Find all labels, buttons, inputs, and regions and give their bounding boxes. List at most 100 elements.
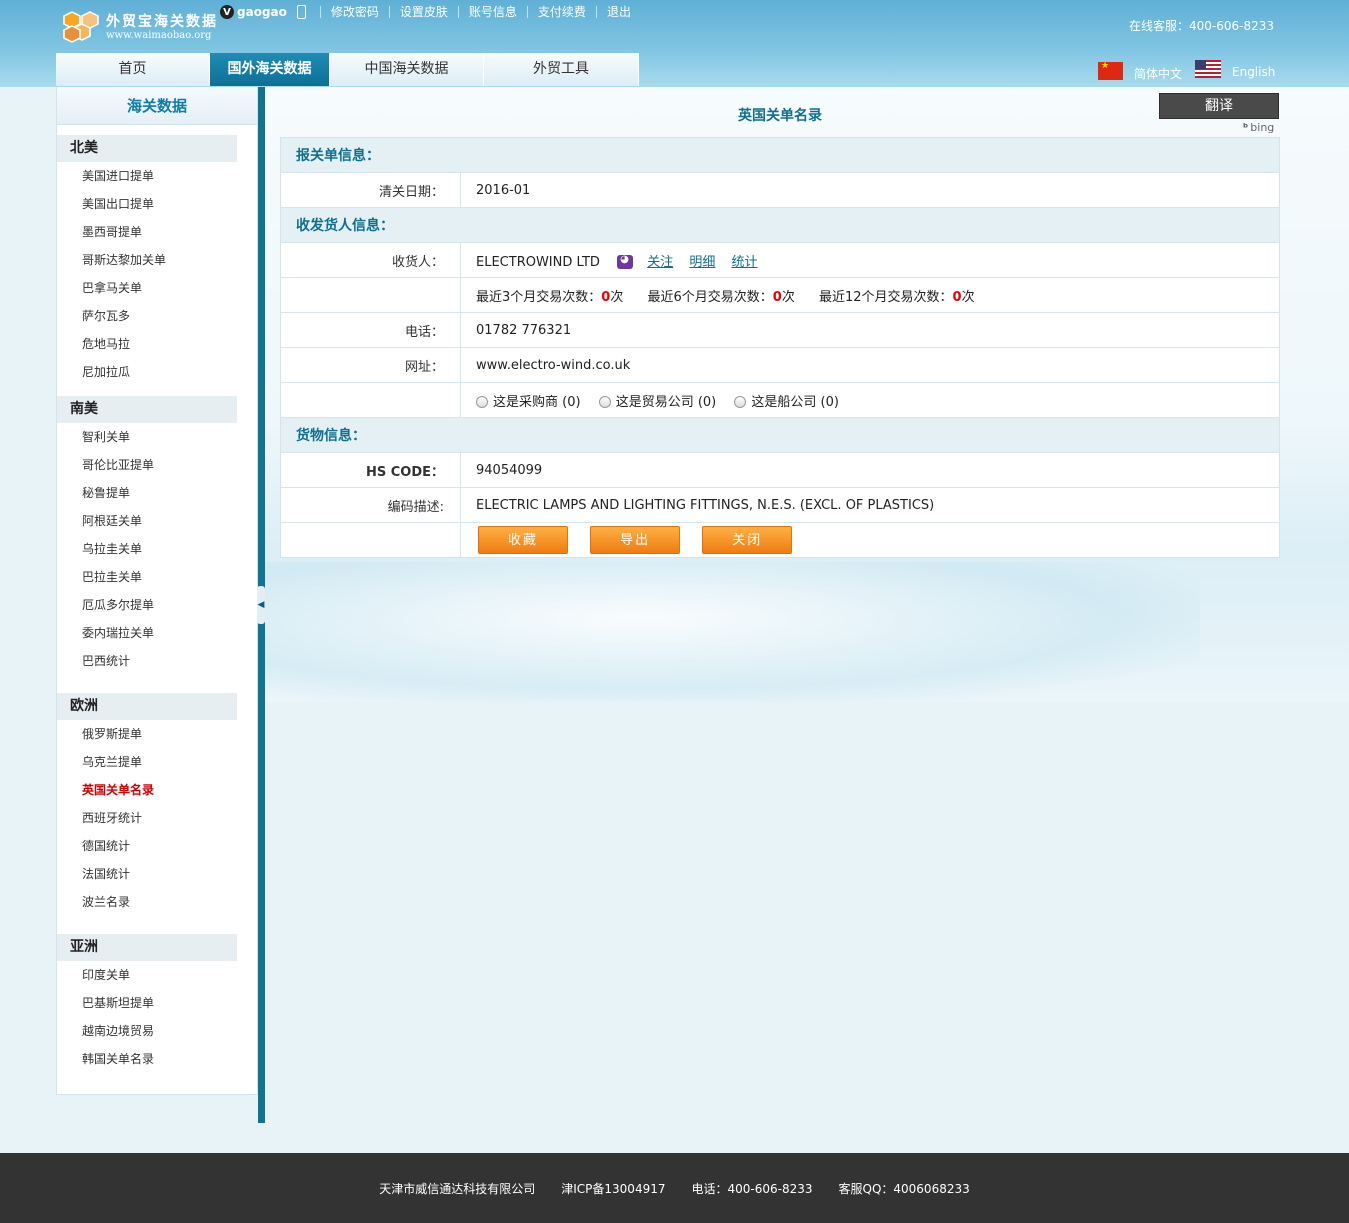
- sidebar-item[interactable]: 危地马拉: [57, 330, 257, 358]
- section-row-goods: 货物信息：: [280, 417, 1280, 453]
- clear-date-label: 清关日期：: [280, 172, 461, 208]
- empty-label: [280, 522, 461, 558]
- radio-circle[interactable]: [598, 396, 611, 408]
- sidebar-item[interactable]: 巴基斯坦提单: [57, 989, 257, 1017]
- sidebar-item[interactable]: 阿根廷关单: [57, 507, 257, 535]
- footer-phone: 电话：400-606-8233: [691, 1181, 813, 1196]
- sidebar-item-active[interactable]: 英国关单名录: [57, 776, 257, 804]
- page-title: 英国关单名录: [738, 108, 822, 124]
- description-label: 编码描述:: [280, 487, 461, 523]
- sidebar-item[interactable]: 越南边境贸易: [57, 1017, 257, 1045]
- sidebar-item[interactable]: 德国统计: [57, 832, 257, 860]
- footer-company: 天津市威信通达科技有限公司: [379, 1181, 536, 1196]
- sidebar-item[interactable]: 西班牙统计: [57, 804, 257, 832]
- radio-circle[interactable]: [476, 396, 488, 408]
- table-row: 这是采购商 (0) 这是贸易公司 (0) 这是船公司 (0): [280, 382, 1280, 418]
- logout-link[interactable]: 退出: [595, 6, 641, 18]
- sidebar-item[interactable]: 韩国关单名录: [57, 1045, 257, 1073]
- stat6-label: 最近6个月交易次数：: [647, 289, 773, 305]
- mobile-icon[interactable]: [296, 5, 306, 19]
- stat12-value: 0: [952, 289, 962, 305]
- consignee-label: 收货人：: [280, 242, 461, 278]
- footer-icp[interactable]: 津ICP备13004917: [561, 1180, 665, 1197]
- sidebar-item[interactable]: 墨西哥提单: [57, 218, 257, 246]
- company-type-cell: 这是采购商 (0) 这是贸易公司 (0) 这是船公司 (0): [460, 382, 1280, 418]
- pay-renew-link[interactable]: 支付续费: [526, 6, 596, 18]
- sidebar-item[interactable]: 哥伦比亚提单: [57, 451, 257, 479]
- site-logo[interactable]: 外贸宝海关数据 www.waimaobao.org: [62, 8, 222, 48]
- company-profile-icon[interactable]: [617, 254, 634, 269]
- footer-qq: 客服QQ：4006068233: [838, 1181, 970, 1196]
- region-heading: 南美: [57, 396, 237, 423]
- consignee-name: ELECTROWIND LTD: [476, 254, 600, 270]
- sidebar-item[interactable]: 法国统计: [57, 860, 257, 888]
- stat3-label: 最近3个月交易次数：: [476, 289, 602, 305]
- section-heading-goods: 货物信息：: [280, 417, 1280, 453]
- export-button[interactable]: 导出: [590, 526, 681, 554]
- sidebar-item[interactable]: 厄瓜多尔提单: [57, 591, 257, 619]
- tab-home[interactable]: 首页: [56, 53, 210, 86]
- sidebar-item[interactable]: 委内瑞拉关单: [57, 619, 257, 647]
- website-label: 网址：: [280, 347, 461, 383]
- sidebar-item[interactable]: 巴拉圭关单: [57, 563, 257, 591]
- trade-count-12m: 最近12个月交易次数：0次: [819, 290, 975, 305]
- radio-buyer[interactable]: 这是采购商 (0): [476, 395, 581, 410]
- site-footer: 天津市威信通达科技有限公司 津ICP备13004917 电话：400-606-8…: [0, 1153, 1349, 1223]
- website-value: www.electro-wind.co.uk: [460, 347, 1280, 383]
- vip-badge-icon: V: [220, 5, 234, 19]
- radio-circle[interactable]: [734, 396, 747, 408]
- tab-foreign-customs[interactable]: 国外海关数据: [210, 53, 330, 86]
- table-row: 收藏 导出 关闭: [280, 522, 1280, 558]
- close-button[interactable]: 关闭: [702, 526, 793, 554]
- empty-label: [280, 382, 461, 418]
- sidebar-item[interactable]: 波兰名录: [57, 888, 257, 916]
- bing-logo-icon: ᵇ: [1243, 121, 1249, 134]
- table-row: 收货人： ELECTROWIND LTD 关注 明细 统计: [280, 242, 1280, 278]
- region-europe: 欧洲 俄罗斯提单 乌克兰提单 英国关单名录 西班牙统计 德国统计 法国统计 波兰…: [57, 693, 257, 916]
- lang-english[interactable]: English: [1195, 59, 1275, 79]
- radio-trader-label: 这是贸易公司 (0): [615, 394, 717, 410]
- sidebar-item[interactable]: 俄罗斯提单: [57, 720, 257, 748]
- sidebar-item[interactable]: 巴拿马关单: [57, 274, 257, 302]
- section-heading-parties: 收发货人信息：: [280, 207, 1280, 243]
- set-skin-link[interactable]: 设置皮肤: [388, 6, 458, 18]
- follow-link[interactable]: 关注: [647, 255, 673, 270]
- tab-trade-tools[interactable]: 外贸工具: [484, 53, 639, 86]
- sidebar-item[interactable]: 美国出口提单: [57, 190, 257, 218]
- sidebar-item[interactable]: 印度关单: [57, 961, 257, 989]
- translate-button[interactable]: 翻译: [1159, 93, 1279, 119]
- detail-link[interactable]: 明细: [689, 255, 715, 270]
- collapse-sidebar-icon[interactable]: ◀: [257, 586, 265, 624]
- table-row: 网址： www.electro-wind.co.uk: [280, 347, 1280, 383]
- phone-value: 01782 776321: [460, 312, 1280, 348]
- china-flag-icon: [1098, 61, 1123, 80]
- radio-shipper[interactable]: 这是船公司 (0): [734, 395, 839, 410]
- change-password-link[interactable]: 修改密码: [319, 6, 389, 18]
- region-north-america: 北美 美国进口提单 美国出口提单 墨西哥提单 哥斯达黎加关单 巴拿马关单 萨尔瓦…: [57, 135, 257, 386]
- table-row: HS CODE： 94054099: [280, 452, 1280, 488]
- sidebar-item[interactable]: 萨尔瓦多: [57, 302, 257, 330]
- sidebar-item[interactable]: 哥斯达黎加关单: [57, 246, 257, 274]
- sidebar-item[interactable]: 尼加拉瓜: [57, 358, 257, 386]
- stat12-unit: 次: [961, 289, 975, 305]
- stats-link[interactable]: 统计: [732, 255, 758, 270]
- trade-count-3m: 最近3个月交易次数：0次: [476, 290, 623, 305]
- lang-chinese[interactable]: 简体中文: [1098, 59, 1182, 82]
- user-area: V gaogao 修改密码 设置皮肤 账号信息 支付续费 退出: [220, 3, 641, 21]
- account-info-link[interactable]: 账号信息: [457, 6, 527, 18]
- sidebar-item[interactable]: 乌克兰提单: [57, 748, 257, 776]
- collect-button[interactable]: 收藏: [478, 526, 568, 554]
- region-heading: 亚洲: [57, 934, 237, 961]
- stat6-value: 0: [772, 289, 782, 305]
- logo-title: 外贸宝海关数据: [106, 14, 218, 30]
- sidebar-item[interactable]: 秘鲁提单: [57, 479, 257, 507]
- section-heading-customs: 报关单信息：: [280, 137, 1280, 173]
- tab-china-customs[interactable]: 中国海关数据: [330, 53, 484, 86]
- sidebar-item[interactable]: 乌拉圭关单: [57, 535, 257, 563]
- sidebar-item[interactable]: 巴西统计: [57, 647, 257, 675]
- sidebar-item[interactable]: 智利关单: [57, 423, 257, 451]
- sidebar-item[interactable]: 美国进口提单: [57, 162, 257, 190]
- hs-code-value: 94054099: [460, 452, 1280, 488]
- radio-trader[interactable]: 这是贸易公司 (0): [598, 394, 717, 410]
- username[interactable]: gaogao: [237, 5, 287, 19]
